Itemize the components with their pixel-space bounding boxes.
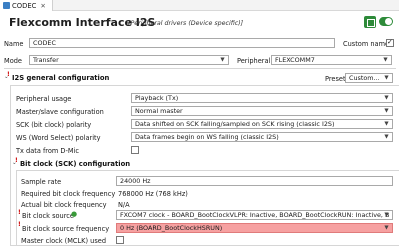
clock-source-freq-label: Bit clock source frequency [22,225,110,233]
master-slave-select[interactable]: Normal master ▼ [131,106,393,116]
mode-label: Mode [4,57,22,65]
component-icon [3,2,10,9]
sample-rate-label: Sample rate [21,178,62,186]
clock-source-value: FXCOM7 clock - BOARD_BootClockVLPR: Inac… [120,212,389,219]
required-freq-label: Required bit clock frequency [21,190,116,198]
master-slave-label: Master/slave configuration [16,108,104,116]
divider [4,68,396,69]
documentation-icon[interactable] [364,16,376,28]
name-input[interactable]: CODEC [29,38,335,48]
peripheral-usage-select[interactable]: Playback (Tx) ▼ [131,93,393,103]
custom-name-label: Custom name [343,40,390,48]
chevron-down-icon: ▼ [384,212,389,218]
peripheral-usage-value: Playback (Tx) [135,95,179,102]
enable-toggle[interactable] [379,17,393,26]
chevron-down-icon: ▼ [384,225,389,231]
section-general-title[interactable]: I2S general configuration [12,74,109,82]
close-icon[interactable]: ✕ [40,2,45,10]
ws-polarity-value: Data frames begin on WS falling (classic… [135,134,279,141]
editor-tab-bar: CODEC ✕ [0,0,399,11]
component-header: Flexcomm Interface I2S [Peripheral drive… [0,11,399,33]
ws-polarity-label: WS (Word Select) polarity [16,134,101,142]
peripheral-label: Peripheral [237,57,271,65]
sck-polarity-label: SCK (bit clock) polarity [16,121,92,129]
sample-rate-input[interactable]: 24000 Hz [116,176,393,186]
chevron-down-icon: ▼ [383,57,388,63]
clock-source-select[interactable]: FXCOM7 clock - BOARD_BootClockVLPR: Inac… [116,210,393,220]
peripheral-select[interactable]: FLEXCOMM7 ▼ [271,55,392,65]
clock-source-label: Bit clock source [22,212,74,220]
required-freq-value: 768000 Hz (768 kHz) [118,190,188,198]
error-marker-icon: ! [15,157,18,164]
page-subtitle: [Peripheral drivers (Device specific)] [128,20,244,27]
actual-freq-label: Actual bit clock frequency [21,201,107,209]
error-marker-icon: ! [18,209,21,216]
chevron-down-icon: ▼ [220,57,225,63]
chevron-down-icon: ▼ [384,95,389,101]
chevron-down-icon: ▼ [384,121,389,127]
mode-select[interactable]: Transfer ▼ [29,55,229,65]
mode-value: Transfer [33,57,59,64]
master-slave-value: Normal master [135,108,183,115]
section-bitclock-title[interactable]: Bit clock (SCK) configuration [20,160,130,168]
peripheral-value: FLEXCOMM7 [275,57,315,64]
error-marker-icon: ! [7,71,10,78]
tx-dmic-label: Tx data from D-Mic [16,147,80,155]
custom-name-checkbox[interactable] [386,38,394,47]
lightbulb-icon[interactable]: ● [71,211,77,218]
actual-freq-value: N/A [118,201,130,209]
sck-polarity-select[interactable]: Data shifted on SCK falling/sampled on S… [131,119,393,129]
name-label: Name [4,40,24,48]
clock-source-freq-select[interactable]: 0 Hz (BOARD_BootClockHSRUN) ▼ [116,223,393,233]
ws-polarity-select[interactable]: Data frames begin on WS falling (classic… [131,132,393,142]
mclk-used-label: Master clock (MCLK) used [21,237,107,245]
sck-polarity-value: Data shifted on SCK falling/sampled on S… [135,121,335,128]
chevron-down-icon: ▼ [384,75,389,81]
tab-codec[interactable]: CODEC ✕ [0,0,53,11]
peripheral-usage-label: Peripheral usage [16,95,72,103]
clock-source-freq-value: 0 Hz (BOARD_BootClockHSRUN) [120,225,223,232]
preset-select[interactable]: Custom... ▼ [345,73,393,83]
chevron-down-icon: ▼ [384,108,389,114]
mclk-used-checkbox[interactable] [116,236,124,244]
preset-label: Preset [325,75,346,83]
error-marker-icon: ! [18,221,21,228]
tab-label: CODEC [12,1,37,10]
chevron-down-icon: ▼ [384,134,389,140]
tx-dmic-checkbox[interactable] [131,146,139,154]
